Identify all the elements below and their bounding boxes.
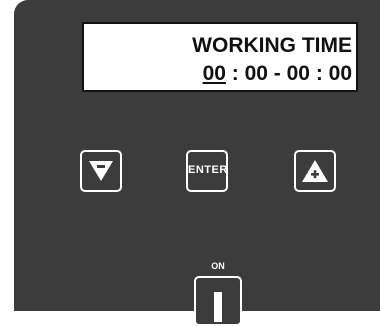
display-time-range: 00 : 00 - 00 : 00 xyxy=(203,62,352,86)
on-label: ON xyxy=(211,261,225,271)
enter-label: ENTER xyxy=(188,164,228,176)
up-button[interactable] xyxy=(294,150,336,192)
cursor-field: 00 xyxy=(202,62,226,85)
power-switch[interactable] xyxy=(194,276,242,326)
lcd-display: WORKING TIME 00 : 00 - 00 : 00 xyxy=(82,22,358,92)
time-range-value: : 00 - 00 : 00 xyxy=(225,62,352,85)
up-triangle-icon xyxy=(302,160,328,182)
display-title: WORKING TIME xyxy=(192,34,352,57)
enter-button[interactable]: ENTER xyxy=(186,150,228,192)
control-panel: WORKING TIME 00 : 00 - 00 : 00 ENTER ON xyxy=(14,0,380,326)
down-triangle-icon xyxy=(89,161,113,181)
power-bar-icon xyxy=(214,292,222,322)
down-button[interactable] xyxy=(80,150,122,192)
